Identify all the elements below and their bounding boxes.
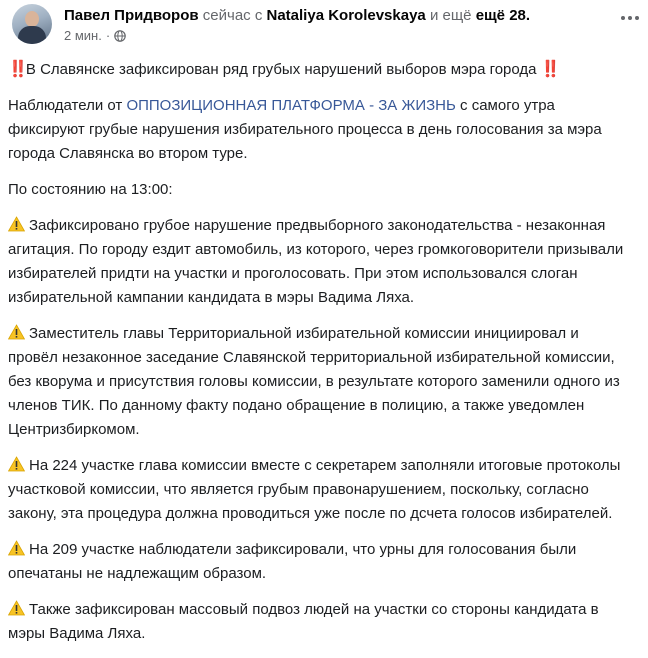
double-exclamation-icon: ‼️ (540, 61, 561, 78)
meta-separator: · (105, 28, 111, 43)
status-time: По состоянию на 13:00: (8, 181, 173, 198)
warning-icon (8, 456, 25, 472)
tagged-person[interactable]: Nataliya Korolevskaya (267, 7, 426, 24)
violation-text: Заместитель главы Территориальной избира… (8, 325, 620, 438)
post-time[interactable]: 2 мин. (64, 28, 102, 44)
warning-icon (8, 540, 25, 556)
more-dot (635, 16, 639, 20)
more-options-button[interactable] (616, 8, 644, 28)
intro-paragraph: Наблюдатели от ОППОЗИЦИОННАЯ ПЛАТФОРМА -… (8, 94, 628, 166)
intro-prefix: Наблюдатели от (8, 97, 123, 114)
author-name[interactable]: Павел Придворов (64, 7, 199, 24)
post-meta: 2 мин. · (64, 28, 640, 44)
header-line: Павел Придворов сейчас с Nataliya Korole… (64, 6, 640, 26)
violation-text: Также зафиксирован массовый подвоз людей… (8, 601, 599, 642)
party-link[interactable]: ОППОЗИЦИОННАЯ ПЛАТФОРМА - ЗА ЖИЗНЬ (126, 97, 455, 114)
author-avatar[interactable] (12, 4, 52, 44)
avatar-suit (18, 26, 46, 44)
violation-item: На 224 участке глава комиссии вместе с с… (8, 454, 628, 526)
warning-icon (8, 600, 25, 616)
warning-icon (8, 324, 25, 340)
violation-item: На 209 участке наблюдатели зафиксировали… (8, 538, 628, 586)
post-header: Павел Придворов сейчас с Nataliya Korole… (8, 4, 648, 48)
violation-item: Зафиксировано грубое нарушение предвыбор… (8, 214, 628, 310)
avatar-face (25, 11, 39, 27)
others-count[interactable]: ещё 28. (476, 7, 530, 24)
double-exclamation-icon: ‼️ (8, 61, 28, 78)
post-body: ‼️В Славянске зафиксирован ряд грубых на… (8, 58, 628, 658)
header-text: Павел Придворов сейчас с Nataliya Korole… (64, 6, 640, 44)
violation-text: Зафиксировано грубое нарушение предвыбор… (8, 217, 624, 306)
violation-item: Заместитель главы Территориальной избира… (8, 322, 628, 442)
more-dot (628, 16, 632, 20)
violation-item: Также зафиксирован массовый подвоз людей… (8, 598, 628, 646)
facebook-post: Павел Придворов сейчас с Nataliya Korole… (0, 0, 648, 642)
headline-text: В Славянске зафиксирован ряд грубых нару… (25, 61, 537, 78)
warning-icon (8, 216, 25, 232)
with-text: сейчас с (202, 7, 263, 24)
violation-text: На 209 участке наблюдатели зафиксировали… (8, 541, 577, 582)
headline: ‼️В Славянске зафиксирован ряд грубых на… (8, 58, 628, 82)
and-text: и ещё (429, 7, 472, 24)
violation-text: На 224 участке глава комиссии вместе с с… (8, 457, 621, 522)
more-horizontal-icon (621, 16, 625, 20)
globe-icon[interactable] (114, 30, 126, 42)
